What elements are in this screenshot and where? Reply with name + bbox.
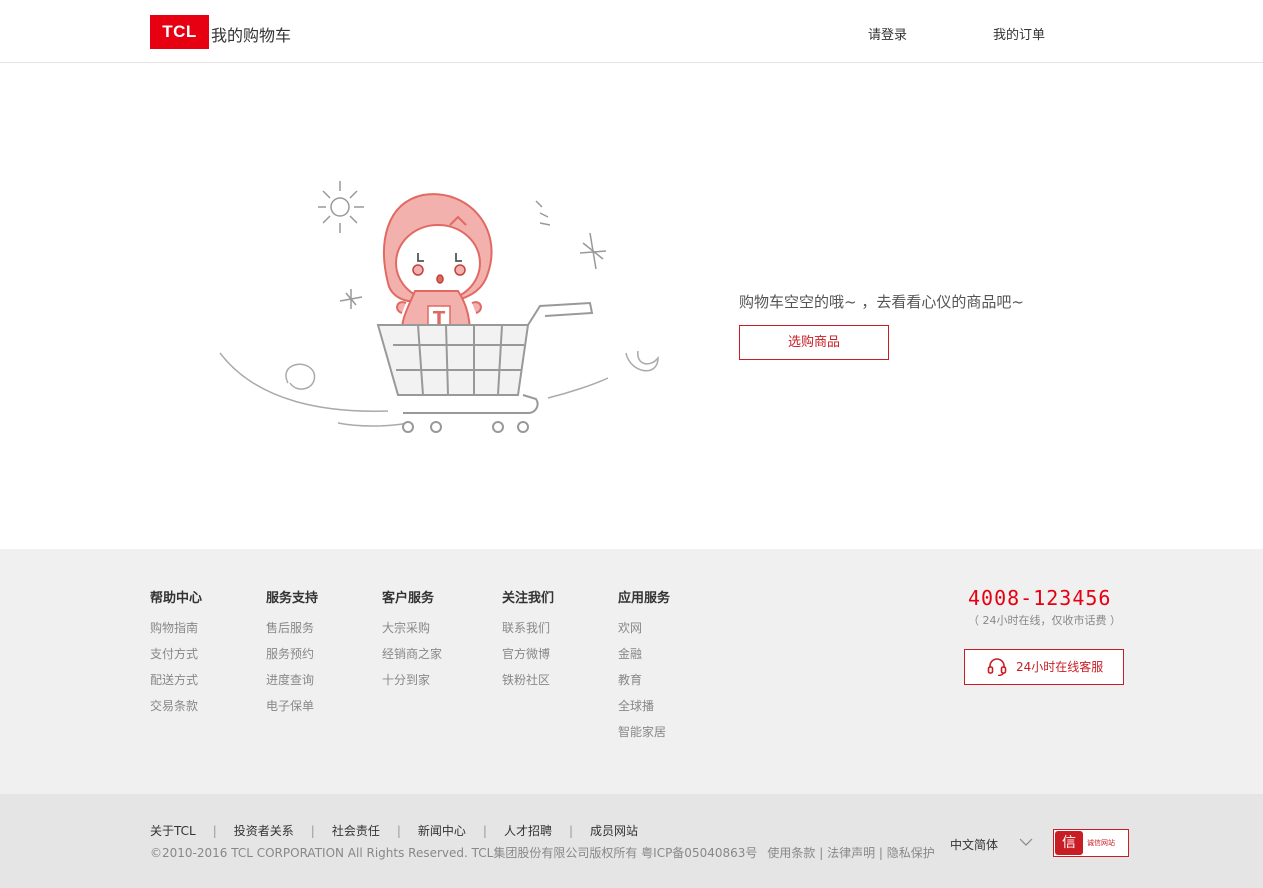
tcl-logo[interactable]: TCL: [150, 15, 209, 49]
login-link[interactable]: 请登录: [868, 24, 907, 43]
member-sites-link[interactable]: 成员网站: [590, 824, 638, 838]
footer-col-apps: 应用服务 欢网 金融 教育 全球播 智能家居: [618, 587, 670, 750]
online-service-button[interactable]: 24小时在线客服: [964, 649, 1124, 685]
mascot-character: T: [383, 193, 493, 344]
footer-col-title: 客户服务: [382, 591, 435, 606]
footer-link[interactable]: 官方微博: [502, 646, 554, 672]
footer-col-title: 应用服务: [618, 591, 671, 606]
footer: 帮助中心 购物指南 支付方式 配送方式 交易条款 服务支持 售后服务 服务预约 …: [0, 549, 1263, 794]
hotline-note: （ 24小时在线，仅收市话费 ）: [968, 614, 1121, 627]
footer-link[interactable]: 智能家居: [618, 724, 670, 750]
footer-link[interactable]: 教育: [618, 672, 670, 698]
careers-link[interactable]: 人才招聘: [504, 824, 552, 838]
footer-col-title: 服务支持: [266, 591, 319, 606]
separator: |: [212, 824, 217, 838]
hotline-number: 4008-123456: [968, 586, 1112, 610]
footer-link[interactable]: 支付方式: [150, 646, 202, 672]
social-responsibility-link[interactable]: 社会责任: [332, 824, 380, 838]
trusted-site-badge[interactable]: 信 诚信网站: [1053, 829, 1129, 857]
bottom-links: 关于TCL | 投资者关系 | 社会责任 | 新闻中心 | 人才招聘 | 成员网站: [150, 822, 638, 839]
footer-link[interactable]: 进度查询: [266, 672, 318, 698]
empty-cart-illustration: T: [219, 181, 659, 433]
legal-links[interactable]: 使用条款 | 法律声明 | 隐私保护: [767, 846, 934, 860]
separator: |: [310, 824, 315, 838]
bottom-bar: 关于TCL | 投资者关系 | 社会责任 | 新闻中心 | 人才招聘 | 成员网站 ©2010-20…: [0, 794, 1263, 888]
separator: |: [482, 824, 487, 838]
footer-col-service: 服务支持 售后服务 服务预约 进度查询 电子保单: [266, 587, 318, 724]
about-tcl-link[interactable]: 关于TCL: [150, 824, 196, 838]
separator: |: [396, 824, 401, 838]
footer-col-title: 帮助中心: [150, 591, 203, 606]
footer-link[interactable]: 金融: [618, 646, 670, 672]
shop-now-button[interactable]: 选购商品: [739, 325, 889, 360]
copyright-text: ©2010-2016 TCL CORPORATION All Rights Re…: [150, 846, 758, 860]
online-service-label: 24小时在线客服: [1016, 660, 1104, 674]
footer-col-title: 关注我们: [502, 591, 555, 606]
site-header: TCL 我的购物车 请登录 我的订单: [0, 0, 1263, 63]
headset-icon: [987, 658, 1007, 676]
footer-link[interactable]: 十分到家: [382, 672, 442, 698]
empty-cart-section: T 购物车空空的哦~ ，去看看心仪的商品吧~ 选购商品: [0, 63, 1263, 549]
footer-link[interactable]: 配送方式: [150, 672, 202, 698]
footer-link[interactable]: 服务预约: [266, 646, 318, 672]
copyright: ©2010-2016 TCL CORPORATION All Rights Re…: [150, 844, 935, 861]
trust-seal-icon: 信: [1055, 831, 1083, 855]
footer-link[interactable]: 经销商之家: [382, 646, 442, 672]
separator: |: [568, 824, 573, 838]
footer-link[interactable]: 交易条款: [150, 698, 202, 724]
footer-link[interactable]: 欢网: [618, 620, 670, 646]
my-orders-link[interactable]: 我的订单: [993, 24, 1045, 43]
footer-link[interactable]: 大宗采购: [382, 620, 442, 646]
page-title: 我的购物车: [211, 26, 292, 45]
footer-link[interactable]: 全球播: [618, 698, 670, 724]
investor-relations-link[interactable]: 投资者关系: [234, 824, 294, 838]
footer-link[interactable]: 购物指南: [150, 620, 202, 646]
footer-col-help: 帮助中心 购物指南 支付方式 配送方式 交易条款: [150, 587, 202, 724]
footer-link[interactable]: 电子保单: [266, 698, 318, 724]
badge-text: 诚信网站: [1087, 839, 1115, 847]
footer-link[interactable]: 铁粉社区: [502, 672, 554, 698]
footer-col-customer: 客户服务 大宗采购 经销商之家 十分到家: [382, 587, 442, 698]
language-selector[interactable]: 中文简体: [950, 836, 998, 853]
empty-cart-message: 购物车空空的哦~ ，去看看心仪的商品吧~: [739, 293, 1024, 311]
footer-link[interactable]: 联系我们: [502, 620, 554, 646]
footer-col-follow: 关注我们 联系我们 官方微博 铁粉社区: [502, 587, 554, 698]
footer-link[interactable]: 售后服务: [266, 620, 318, 646]
news-center-link[interactable]: 新闻中心: [418, 824, 466, 838]
chevron-down-icon[interactable]: [1019, 838, 1033, 846]
